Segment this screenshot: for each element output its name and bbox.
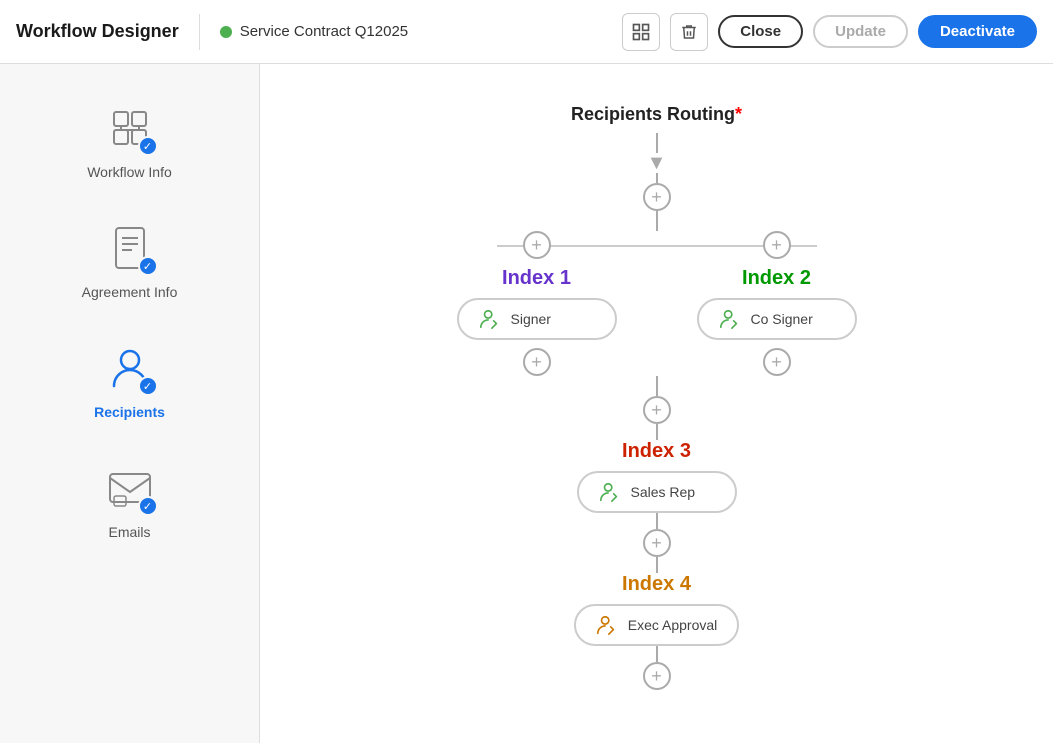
recipients-icon-wrap: ✓ (102, 340, 158, 396)
sidebar-label-workflow-info: Workflow Info (87, 164, 172, 180)
index2-label: Index 2 (742, 267, 811, 290)
vline-34-top (656, 513, 658, 529)
vline-before-parallel (656, 211, 658, 231)
vline-before-3 (656, 424, 658, 440)
execapproval-icon (596, 614, 618, 636)
top-connector: ▼ + (643, 133, 671, 231)
index4-recipient-label: Exec Approval (628, 617, 718, 633)
emails-check: ✓ (138, 496, 158, 516)
sidebar: ✓ Workflow Info ✓ Agreement Info (0, 64, 260, 743)
vline-final (656, 646, 658, 662)
workflow-diagram: Recipients Routing* ▼ + + Index 1 (357, 84, 957, 710)
sidebar-label-agreement-info: Agreement Info (82, 284, 178, 300)
index1-pill[interactable]: Signer (457, 298, 617, 340)
index4-label: Index 4 (622, 573, 691, 596)
index3-pill[interactable]: Sales Rep (577, 471, 737, 513)
salesrep-icon (599, 481, 621, 503)
recipients-check: ✓ (138, 376, 158, 396)
vline-after-12 (656, 376, 658, 396)
index1-col: + Index 1 Signer + (457, 231, 617, 376)
add-circle-index1-bottom[interactable]: + (523, 348, 551, 376)
add-circle-top[interactable]: + (643, 183, 671, 211)
routing-asterisk: * (735, 104, 742, 124)
add-circle-index2-bottom[interactable]: + (763, 348, 791, 376)
parallel-row-12: + Index 1 Signer + (417, 231, 897, 376)
signer-icon (479, 308, 501, 330)
arrow-down-icon: ▼ (647, 153, 667, 173)
index4-col: Index 4 Exec Approval (574, 573, 740, 646)
add-circle-final[interactable]: + (643, 662, 671, 690)
connector-after-12: + (643, 376, 671, 440)
workflow-canvas: Recipients Routing* ▼ + + Index 1 (260, 64, 1053, 743)
index1-label: Index 1 (502, 267, 571, 290)
sidebar-item-workflow-info[interactable]: ✓ Workflow Info (30, 84, 230, 196)
index3-col: Index 3 Sales Rep (577, 440, 737, 513)
workflow-info-icon-wrap: ✓ (102, 100, 158, 156)
main-layout: ✓ Workflow Info ✓ Agreement Info (0, 64, 1053, 743)
sidebar-label-recipients: Recipients (94, 404, 165, 420)
header-actions: Close Update Deactivate (622, 13, 1037, 51)
index2-pill[interactable]: Co Signer (697, 298, 857, 340)
vline-top (656, 133, 658, 153)
index4-pill[interactable]: Exec Approval (574, 604, 740, 646)
routing-title-row: Recipients Routing* (571, 104, 742, 133)
cosigner-icon (719, 308, 741, 330)
index2-col: + Index 2 Co Signer + (697, 231, 857, 376)
emails-icon-wrap: ✓ (102, 460, 158, 516)
workflow-status: Service Contract Q12025 (220, 23, 408, 40)
index3-recipient-label: Sales Rep (631, 484, 696, 500)
vline-after-arrow (656, 173, 658, 183)
agreement-info-check: ✓ (138, 256, 158, 276)
delete-btn[interactable] (670, 13, 708, 51)
template-icon-btn[interactable] (622, 13, 660, 51)
status-indicator (220, 26, 232, 38)
app-title: Workflow Designer (16, 21, 179, 42)
add-circle-34[interactable]: + (643, 529, 671, 557)
vline-34-bottom (656, 557, 658, 573)
header-divider (199, 14, 200, 50)
agreement-info-icon-wrap: ✓ (102, 220, 158, 276)
add-circle-index2-top[interactable]: + (763, 231, 791, 259)
index1-recipient-label: Signer (511, 311, 551, 327)
update-button[interactable]: Update (813, 15, 908, 48)
add-circle-after-12[interactable]: + (643, 396, 671, 424)
header: Workflow Designer Service Contract Q1202… (0, 0, 1053, 64)
index3-label: Index 3 (622, 440, 691, 463)
connector-34: + (643, 513, 671, 573)
sidebar-item-recipients[interactable]: ✓ Recipients (30, 324, 230, 436)
workflow-name: Service Contract Q12025 (240, 23, 408, 40)
index2-recipient-label: Co Signer (751, 311, 813, 327)
deactivate-button[interactable]: Deactivate (918, 15, 1037, 48)
routing-title: Recipients Routing* (571, 104, 742, 125)
sidebar-item-agreement-info[interactable]: ✓ Agreement Info (30, 204, 230, 316)
sidebar-label-emails: Emails (108, 524, 150, 540)
connector-final: + (643, 646, 671, 690)
add-circle-index1-top[interactable]: + (523, 231, 551, 259)
sidebar-item-emails[interactable]: ✓ Emails (30, 444, 230, 556)
close-button[interactable]: Close (718, 15, 803, 48)
workflow-info-check: ✓ (138, 136, 158, 156)
